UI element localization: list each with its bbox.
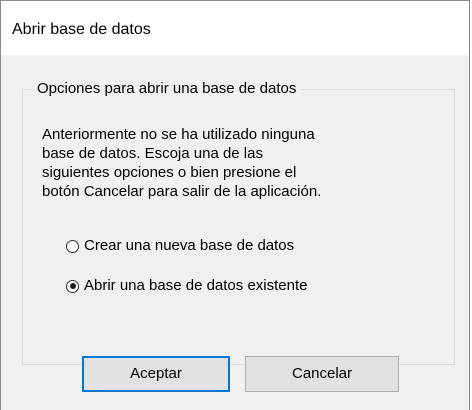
description-text: Anteriormente no se ha utilizado ninguna… [42,126,322,200]
radio-label-create[interactable]: Crear una nueva base de datos [84,237,294,255]
accept-button[interactable]: Aceptar [82,356,230,392]
cancel-button[interactable]: Cancelar [245,356,399,392]
radio-unchecked-icon[interactable] [66,239,79,253]
window-title: Abrir base de datos [12,21,151,38]
radio-create-new-database[interactable]: Crear una nueva base de datos [66,237,294,255]
radio-open-existing-database[interactable]: Abrir una base de datos existente [66,277,307,295]
dialog-body: Opciones para abrir una base de datos An… [1,55,469,410]
groupbox-legend: Opciones para abrir una base de datos [32,80,302,98]
radio-checked-icon[interactable] [66,279,79,293]
dialog-window: Abrir base de datos Opciones para abrir … [0,0,470,410]
radio-label-open[interactable]: Abrir una base de datos existente [84,277,307,295]
title-bar[interactable]: Abrir base de datos [1,1,469,55]
